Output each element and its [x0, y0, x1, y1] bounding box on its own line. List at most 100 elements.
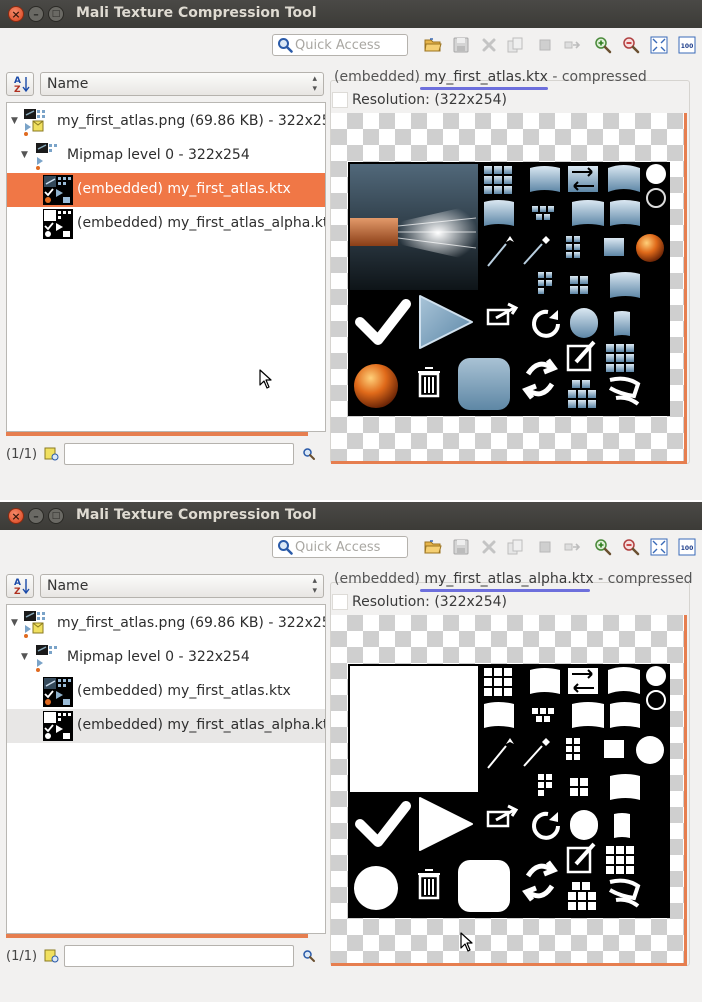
sort-combo[interactable]: Name ▴ ▾ [40, 72, 324, 96]
tree-item-ktx[interactable]: (embedded) my_first_atlas.ktx [7, 173, 325, 207]
app-window: × – □ Mali Texture Compression Tool Quic… [0, 502, 702, 1002]
zoom-out-icon[interactable] [622, 538, 640, 556]
copy-icon[interactable] [506, 36, 524, 54]
svg-text:Z: Z [14, 85, 21, 95]
delete-icon[interactable] [480, 36, 498, 54]
save-icon[interactable] [452, 36, 470, 54]
fit-icon[interactable] [650, 538, 668, 556]
mipmap-thumbnail-icon [33, 643, 63, 673]
open-folder-icon[interactable] [424, 36, 442, 54]
convert-icon[interactable] [564, 36, 582, 54]
quick-access-input[interactable] [295, 36, 403, 54]
tree-item-label: (embedded) my_first_atlas.ktx [77, 181, 291, 197]
save-icon[interactable] [452, 538, 470, 556]
png-thumbnail-icon [21, 107, 51, 137]
app-window: × – □ Mali Texture Compression Tool Quic… [0, 0, 702, 500]
tree-item-mipmap[interactable]: ▼ Mipmap level 0 - 322x254 [7, 139, 325, 173]
expand-arrow-icon[interactable]: ▼ [11, 116, 18, 126]
open-folder-icon[interactable] [424, 538, 442, 556]
ktx-thumbnail-icon [43, 175, 73, 205]
close-button[interactable]: × [8, 508, 24, 524]
quick-access-input[interactable] [295, 538, 403, 556]
tree-item-label: my_first_atlas.png (69.86 KB) - 322x254 [57, 113, 326, 129]
svg-text:100: 100 [681, 545, 694, 552]
stop-icon[interactable] [536, 538, 554, 556]
file-browser: A Z Name ▴ ▾ ▼ my_first_atlas.png (69.86… [6, 572, 326, 970]
file-tree[interactable]: ▼ my_first_atlas.png (69.86 KB) - 322x25… [6, 102, 326, 432]
fit-icon[interactable] [650, 36, 668, 54]
tree-item-ktx[interactable]: (embedded) my_first_atlas.ktx [7, 675, 325, 709]
header-prefix: (embedded) [334, 571, 420, 587]
window-title: Mali Texture Compression Tool [76, 5, 317, 21]
maximize-button[interactable]: □ [48, 508, 64, 524]
copy-icon[interactable] [506, 538, 524, 556]
tree-item-alpha-ktx[interactable]: (embedded) my_first_atlas_alpha.ktx [7, 207, 325, 241]
title-bar[interactable]: × – □ Mali Texture Compression Tool [0, 0, 702, 28]
filename-underline [420, 589, 590, 592]
sort-combo-label: Name [47, 578, 89, 594]
header-suffix: - compressed [598, 571, 693, 587]
delete-icon[interactable] [480, 538, 498, 556]
sort-az-icon: A Z [14, 76, 30, 95]
texture-viewer[interactable] [331, 615, 687, 966]
search-icon [278, 38, 293, 53]
alpha-thumbnail-icon [43, 209, 73, 239]
zoom-out-icon[interactable] [622, 36, 640, 54]
header-prefix: (embedded) [334, 69, 420, 85]
quick-access-box[interactable] [272, 34, 408, 56]
actual-size-icon[interactable]: 100 [678, 538, 696, 556]
resolution-label: Resolution: (322x254) [352, 92, 507, 108]
filter-input[interactable] [64, 945, 294, 967]
sort-button[interactable]: A Z [6, 72, 34, 96]
toolbar: 100 [0, 28, 702, 64]
filter-bar: (1/1) [6, 944, 326, 968]
mouse-cursor-icon [460, 932, 473, 952]
search-icon [278, 540, 293, 555]
minimize-button[interactable]: – [28, 508, 44, 524]
file-browser: A Z Name ▴ ▾ ▼ my_first_atlas.png (69.86… [6, 70, 326, 468]
expand-arrow-icon[interactable]: ▼ [11, 618, 18, 628]
tree-item-mipmap[interactable]: ▼ Mipmap level 0 - 322x254 [7, 641, 325, 675]
resolution-checkbox[interactable] [332, 594, 348, 610]
tree-item-source-png[interactable]: ▼ my_first_atlas.png (69.86 KB) - 322x25… [7, 105, 325, 139]
stop-icon[interactable] [536, 36, 554, 54]
preview-header: (embedded) my_first_atlas_alpha.ktx - co… [334, 571, 693, 587]
minimize-button[interactable]: – [28, 6, 44, 22]
quick-access-box[interactable] [272, 536, 408, 558]
resolution-checkbox[interactable] [332, 92, 348, 108]
tree-item-label: Mipmap level 0 - 322x254 [67, 147, 250, 163]
sort-combo[interactable]: Name ▴ ▾ [40, 574, 324, 598]
filter-input[interactable] [64, 443, 294, 465]
png-thumbnail-icon [21, 609, 51, 639]
sort-az-icon: A Z [14, 578, 30, 597]
horizontal-scrollbar[interactable] [6, 934, 308, 938]
sort-button[interactable]: A Z [6, 574, 34, 598]
tree-item-source-png[interactable]: ▼ my_first_atlas.png (69.86 KB) - 322x25… [7, 607, 325, 641]
result-count: (1/1) [6, 447, 38, 462]
tree-item-label: (embedded) my_first_atlas_alpha.ktx [77, 717, 326, 733]
svg-text:Z: Z [14, 587, 21, 597]
filter-icon[interactable] [44, 948, 60, 964]
zoom-in-icon[interactable] [594, 538, 612, 556]
find-icon[interactable] [302, 447, 316, 461]
header-filename: my_first_atlas.ktx [424, 69, 548, 85]
expand-arrow-icon[interactable]: ▼ [21, 150, 28, 160]
find-icon[interactable] [302, 949, 316, 963]
title-bar[interactable]: × – □ Mali Texture Compression Tool [0, 502, 702, 530]
close-button[interactable]: × [8, 6, 24, 22]
tree-item-alpha-ktx[interactable]: (embedded) my_first_atlas_alpha.ktx [7, 709, 325, 743]
horizontal-scrollbar[interactable] [6, 432, 308, 436]
texture-atlas-image [348, 162, 670, 416]
expand-arrow-icon[interactable]: ▼ [21, 652, 28, 662]
svg-text:100: 100 [681, 43, 694, 50]
mipmap-thumbnail-icon [33, 141, 63, 171]
maximize-button[interactable]: □ [48, 6, 64, 22]
file-tree[interactable]: ▼ my_first_atlas.png (69.86 KB) - 322x25… [6, 604, 326, 934]
tree-item-label: Mipmap level 0 - 322x254 [67, 649, 250, 665]
texture-viewer[interactable] [331, 113, 687, 464]
filter-icon[interactable] [44, 446, 60, 462]
actual-size-icon[interactable]: 100 [678, 36, 696, 54]
resolution-label: Resolution: (322x254) [352, 594, 507, 610]
zoom-in-icon[interactable] [594, 36, 612, 54]
convert-icon[interactable] [564, 538, 582, 556]
